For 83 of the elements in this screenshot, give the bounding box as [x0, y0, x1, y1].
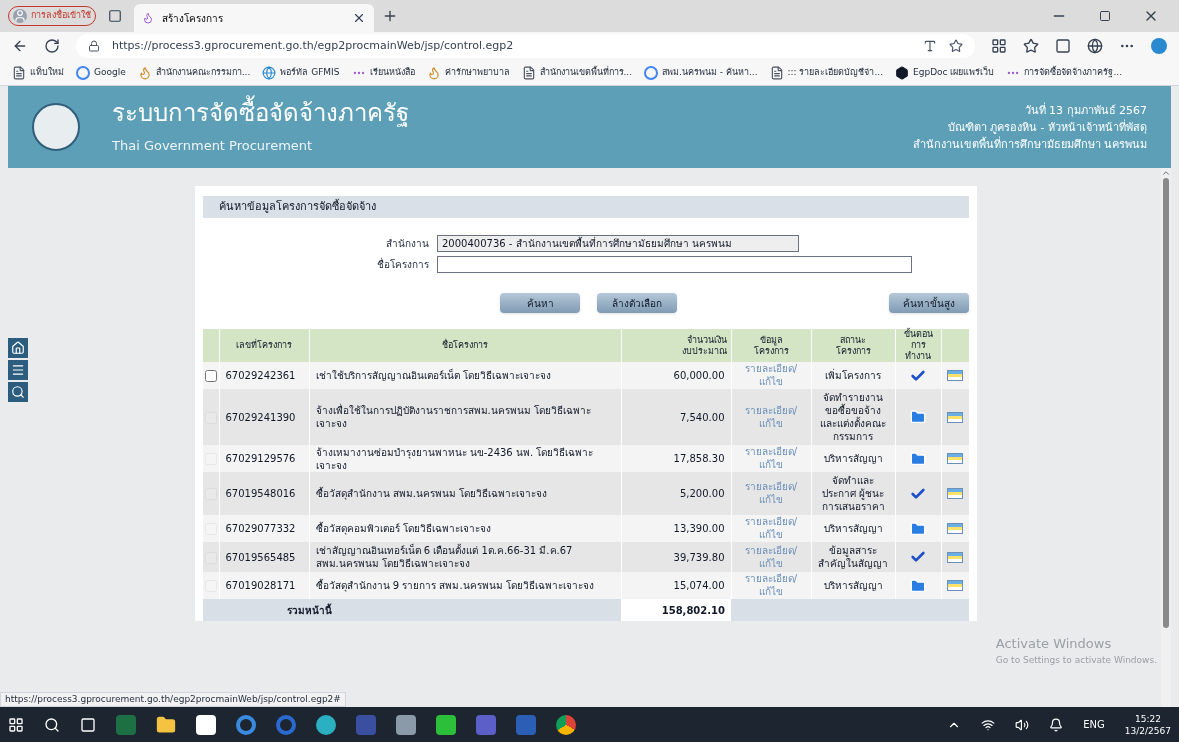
- folder-icon[interactable]: [910, 450, 926, 467]
- row-checkbox[interactable]: [204, 370, 217, 382]
- person-icon: [13, 9, 27, 23]
- field-label: ชื่อโครงการ: [376, 257, 429, 272]
- flame-icon: [137, 65, 152, 80]
- menu-button[interactable]: [8, 360, 28, 380]
- folder-icon[interactable]: [156, 714, 176, 735]
- collections-icon[interactable]: [1055, 38, 1071, 54]
- folder-icon[interactable]: [910, 577, 926, 594]
- favorite-icon[interactable]: [949, 39, 963, 53]
- menu-icon: [11, 363, 25, 377]
- tab-title: สร้างโครงการ: [162, 11, 224, 26]
- form-button[interactable]: ล้างตัวเลือก: [597, 293, 677, 313]
- card-icon[interactable]: [947, 488, 964, 499]
- clock[interactable]: 15:22 13/2/2567: [1124, 712, 1171, 737]
- bookmark-link[interactable]: ค่ารักษาพยาบาล: [426, 65, 510, 80]
- bookmark-link[interactable]: การจัดซื้อจัดจ้างภาครัฐ...: [1006, 65, 1122, 80]
- bookmark-link[interactable]: Google: [76, 65, 126, 80]
- flame-icon: [426, 65, 441, 80]
- total-amount: 158,802.10: [621, 599, 731, 621]
- page-icon: [769, 65, 784, 80]
- back-icon[interactable]: [12, 38, 28, 54]
- checkmark-icon[interactable]: [910, 549, 926, 565]
- bookmark-link[interactable]: สำนักงานคณะกรรมกา...: [137, 65, 251, 80]
- new-tab-icon[interactable]: [382, 8, 398, 24]
- bookmark-link[interactable]: สพม.นครพนม - ค้นหา...: [644, 65, 758, 80]
- page-icon: [521, 65, 536, 80]
- site-subtitle: Thai Government Procurement: [112, 137, 314, 156]
- bookmark-link[interactable]: เรียนหนังสือ: [351, 65, 415, 80]
- home-icon: [11, 341, 25, 355]
- field-label: สำนักงาน: [385, 237, 429, 251]
- volume-icon[interactable]: [1015, 717, 1030, 732]
- hexagon-icon: [895, 65, 910, 80]
- extension-icon[interactable]: [1087, 38, 1103, 54]
- advanced-search-button[interactable]: ค้นหาขั้นสูง: [889, 293, 969, 313]
- scroll-up-icon[interactable]: [1161, 168, 1171, 178]
- status-url: https://process3.gprocurement.go.th/egp2procmainWeb/jsp/control.egp2#: [0, 691, 346, 707]
- card-icon[interactable]: [947, 551, 964, 563]
- bookmark-link[interactable]: ::: รายละเอียดบัญชีจ่า...: [769, 65, 884, 80]
- total-label: รวมหน้านี้: [203, 599, 621, 621]
- url-text: https://process3.gprocurement.go.th/egp2procmainWeb/jsp/control.egp2: [112, 37, 515, 54]
- activation-title: Activate Windows: [995, 635, 1112, 653]
- browser-tab[interactable]: สร้างโครงการ: [134, 4, 374, 32]
- bookmark-link[interactable]: พอร์ทัล GFMIS: [262, 65, 340, 80]
- favorites-icon[interactable]: [1023, 38, 1039, 54]
- task-view-icon[interactable]: [80, 716, 96, 733]
- scrollbar-thumb[interactable]: [1163, 178, 1169, 628]
- card-icon[interactable]: [947, 370, 964, 381]
- tab-actions-icon[interactable]: [108, 9, 122, 23]
- split-screen-icon[interactable]: [991, 38, 1007, 54]
- search-button[interactable]: [8, 382, 28, 402]
- lock-icon: [88, 40, 100, 52]
- bookmark-link[interactable]: สำนักงานเขตพื้นที่การ...: [521, 65, 633, 80]
- folder-icon[interactable]: [910, 409, 926, 425]
- address-field[interactable]: https://process3.gprocurement.go.th/egp2procmainWeb/jsp/control.egp2: [76, 34, 975, 58]
- notification-icon[interactable]: [1049, 717, 1064, 732]
- page-icon: [12, 65, 26, 80]
- card-icon[interactable]: [947, 580, 964, 591]
- user-text: บัณฑิตา ภูครองหิน - หัวหน้าเจ้าหน้าที่พัสดุ: [947, 118, 1147, 136]
- home-button[interactable]: [8, 338, 28, 358]
- card-icon[interactable]: [947, 411, 964, 423]
- section-title: ค้นหาข้อมูลโครงการจัดซื้อจัดจ้าง: [203, 196, 969, 218]
- read-aloud-icon[interactable]: [923, 39, 937, 53]
- reload-icon[interactable]: [44, 38, 60, 54]
- folder-icon[interactable]: [910, 520, 926, 537]
- search-icon[interactable]: [44, 716, 60, 733]
- maximize-icon[interactable]: [1099, 10, 1111, 22]
- activation-hint: Go to Settings to activate Windows.: [995, 653, 1157, 667]
- office-text: สำนักงานเขตพื้นที่การศึกษามัธยมศึกษา นครพนม: [912, 135, 1147, 153]
- language-indicator[interactable]: ENG: [1083, 717, 1105, 732]
- search-icon: [11, 385, 25, 399]
- bookmark-link[interactable]: EgpDoc เผยแพร่เว็บ: [895, 65, 995, 80]
- network-icon[interactable]: [981, 717, 996, 732]
- date-text: วันที่ 13 กุมภาพันธ์ 2567: [1024, 101, 1147, 119]
- card-icon[interactable]: [947, 453, 964, 464]
- text-field[interactable]: [437, 256, 912, 273]
- globe-icon: [262, 65, 277, 80]
- bookmark-link[interactable]: แท็บใหม่: [12, 65, 64, 80]
- close-tab-icon[interactable]: [352, 11, 366, 25]
- card-icon[interactable]: [947, 523, 964, 534]
- tab-favicon-icon: [142, 12, 154, 24]
- windows-start-icon[interactable]: [8, 716, 24, 733]
- form-button[interactable]: ค้นหา: [500, 293, 580, 313]
